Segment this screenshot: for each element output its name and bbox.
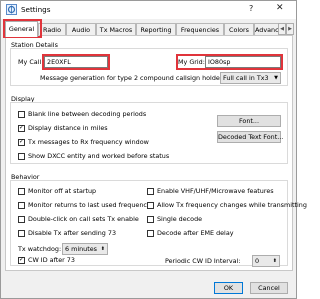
settings-window: Settings ? ✕ General Radio Audio Tx Macr… xyxy=(0,0,307,299)
tab-scroll-right-icon[interactable]: ▶ xyxy=(286,23,294,35)
vhf-features-checkbox[interactable]: Enable VHF/UHF/Microwave features xyxy=(147,187,274,195)
checkbox-box xyxy=(147,215,154,223)
tab-scroll-arrows: ◀ ▶ xyxy=(278,23,295,35)
checkbox-box xyxy=(18,152,25,160)
check-icon: ✓ xyxy=(18,124,25,132)
eme-delay-checkbox[interactable]: Decode after EME delay xyxy=(147,229,234,237)
watchdog-label: Tx watchdog: xyxy=(18,245,62,253)
watchdog-value: 6 minutes xyxy=(65,245,97,253)
double-click-checkbox[interactable]: Double-click on call sets Tx enable xyxy=(18,215,139,223)
checkbox-box xyxy=(18,215,25,223)
checkbox-label: Enable VHF/UHF/Microwave features xyxy=(157,187,274,195)
help-button[interactable]: ? xyxy=(249,4,253,13)
type2-label: Message generation for type 2 compound c… xyxy=(40,74,228,82)
checkbox-box xyxy=(18,187,25,195)
distance-miles-checkbox[interactable]: ✓ Display distance in miles xyxy=(18,124,108,132)
tab-general[interactable]: General xyxy=(5,21,38,37)
blank-line-checkbox[interactable]: Blank line between decoding periods xyxy=(18,110,146,118)
app-icon xyxy=(6,4,17,15)
dxcc-checkbox[interactable]: Show DXCC entity and worked before statu… xyxy=(18,152,169,160)
spin-arrows-icon: ⬍ xyxy=(272,258,277,264)
chevron-down-icon: ▼ xyxy=(274,75,278,81)
decoded-text-font-button[interactable]: Decoded Text Font... xyxy=(217,131,283,143)
monitor-returns-checkbox[interactable]: Monitor returns to last used frequency xyxy=(18,201,151,209)
checkbox-label: Double-click on call sets Tx enable xyxy=(28,215,139,223)
ok-button[interactable]: OK xyxy=(214,282,243,294)
single-decode-checkbox[interactable]: Single decode xyxy=(147,215,202,223)
monitor-off-checkbox[interactable]: Monitor off at startup xyxy=(18,187,96,195)
checkbox-box xyxy=(147,187,154,195)
my-call-label: My Call: xyxy=(18,58,44,66)
checkbox-box xyxy=(147,229,154,237)
tx-to-rx-checkbox[interactable]: ✓ Tx messages to Rx frequency window xyxy=(18,138,149,146)
checkbox-box xyxy=(18,201,25,209)
periodic-cw-id-value: 0 xyxy=(255,257,260,265)
cw-id-checkbox[interactable]: ✓ CW ID after 73 xyxy=(18,256,75,264)
checkbox-label: Allow Tx frequency changes while transmi… xyxy=(157,201,307,209)
checkbox-label: Single decode xyxy=(157,215,203,223)
tab-scroll-left-icon[interactable]: ◀ xyxy=(278,23,286,35)
close-button[interactable]: ✕ xyxy=(276,3,284,13)
checkbox-label: Blank line between decoding periods xyxy=(28,110,147,118)
type2-select[interactable]: Full call in Tx3 ▼ xyxy=(220,72,281,84)
checkbox-box xyxy=(18,110,25,118)
checkbox-label: Display distance in miles xyxy=(28,124,108,132)
tab-bar: General Radio Audio Tx Macros Reporting … xyxy=(1,19,296,37)
checkbox-label: CW ID after 73 xyxy=(28,256,75,264)
check-icon: ✓ xyxy=(18,256,25,264)
font-button[interactable]: Font... xyxy=(217,115,281,127)
periodic-cw-id-label: Periodic CW ID Interval: xyxy=(165,257,241,265)
checkbox-label: Tx messages to Rx frequency window xyxy=(28,138,149,146)
watchdog-spinbox[interactable]: 6 minutes ⬍ xyxy=(62,243,108,255)
my-call-highlight xyxy=(42,54,110,70)
spin-arrows-icon: ⬍ xyxy=(100,246,105,252)
periodic-cw-id-spinbox[interactable]: 0 ⬍ xyxy=(252,255,280,267)
title-bar: Settings ? ✕ xyxy=(1,1,296,19)
my-grid-highlight xyxy=(176,54,283,70)
check-icon: ✓ xyxy=(18,138,25,146)
window-title: Settings xyxy=(21,5,51,14)
checkbox-box xyxy=(18,229,25,237)
checkbox-box xyxy=(147,201,154,209)
general-page: Station Details My Call: 2E0XFL My Grid:… xyxy=(5,35,307,271)
cancel-button[interactable]: Cancel xyxy=(250,282,288,294)
checkbox-label: Disable Tx after sending 73 xyxy=(28,229,117,237)
checkbox-label: Decode after EME delay xyxy=(157,229,234,237)
disable-tx-checkbox[interactable]: Disable Tx after sending 73 xyxy=(18,229,116,237)
allow-tx-freq-checkbox[interactable]: Allow Tx frequency changes while transmi… xyxy=(147,201,307,209)
checkbox-label: Monitor returns to last used frequency xyxy=(28,201,151,209)
checkbox-label: Monitor off at startup xyxy=(28,187,97,195)
type2-select-value: Full call in Tx3 xyxy=(223,74,269,82)
checkbox-label: Show DXCC entity and worked before statu… xyxy=(28,152,170,160)
